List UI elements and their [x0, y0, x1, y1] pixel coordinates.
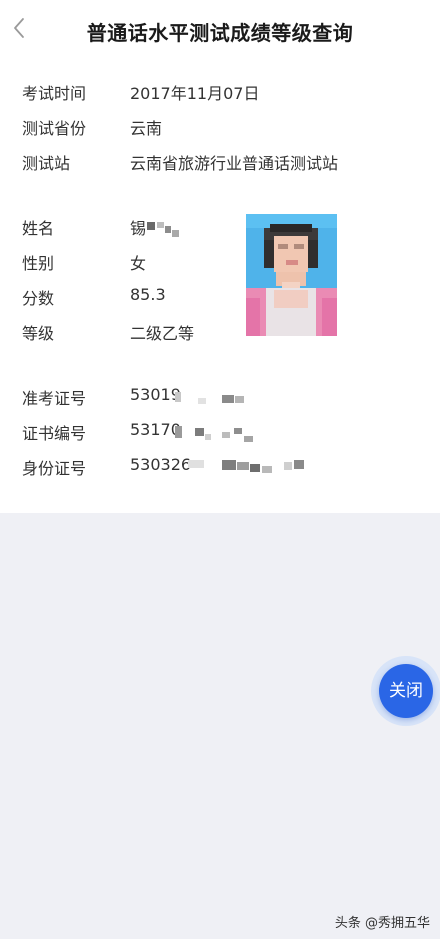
idcard-label: 身份证号	[22, 459, 87, 478]
station-value: 云南省旅游行业普通话测试站	[130, 154, 339, 173]
admission-label: 准考证号	[22, 389, 87, 408]
station-label: 测试站	[22, 154, 71, 173]
gender-value: 女	[130, 254, 147, 273]
watermark: 头条 @秀拥五华	[334, 916, 430, 931]
level-value: 二级乙等	[130, 324, 195, 343]
province-label: 测试省份	[22, 119, 87, 138]
province-value: 云南	[130, 119, 163, 138]
header: 普通话水平测试成绩等级查询	[0, 0, 440, 60]
idcard-value: 530326	[130, 455, 192, 474]
page-title: 普通话水平测试成绩等级查询	[86, 21, 354, 45]
exam-time-label: 考试时间	[22, 84, 87, 103]
score-label: 分数	[22, 289, 55, 308]
close-button-label[interactable]: 关闭	[379, 664, 433, 718]
page: 普通话水平测试成绩等级查询 考试时间 2017年11月07日 测试省份 云南 测…	[0, 0, 440, 939]
exam-time-value: 2017年11月07日	[130, 84, 260, 103]
id-photo	[246, 214, 337, 336]
pixelated-photo-image	[246, 214, 337, 336]
name-label: 姓名	[22, 219, 55, 238]
gender-label: 性别	[22, 254, 55, 273]
score-value: 85.3	[130, 285, 166, 304]
close-button[interactable]: 关闭	[371, 656, 440, 726]
certificate-label: 证书编号	[22, 424, 87, 443]
name-value: 锡	[130, 219, 147, 238]
certificate-value: 53170	[130, 420, 181, 439]
admission-value: 53019	[130, 385, 181, 404]
level-label: 等级	[22, 324, 55, 343]
result-card: 普通话水平测试成绩等级查询 考试时间 2017年11月07日 测试省份 云南 测…	[0, 0, 440, 513]
